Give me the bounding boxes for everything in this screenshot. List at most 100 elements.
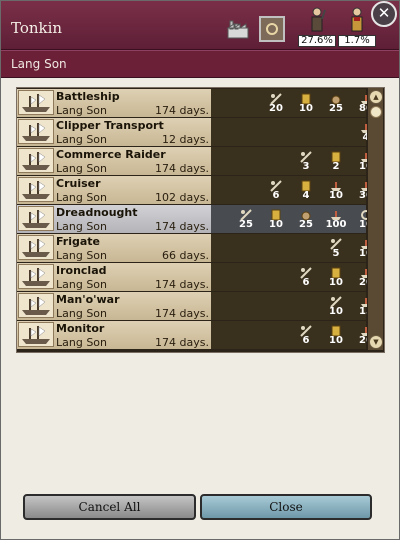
unit-build-time: 174 days. [155,104,209,117]
title-bar: Tonkin 27.6% 1.7% ✕ [1,1,399,50]
unit-build-time: 66 days. [162,249,209,262]
unit-row[interactable]: Ironclad Lang Son 174 days. 6 10 20 [17,263,373,291]
unit-stat: 100 [321,205,351,233]
unit-stat-value: 5 [332,248,340,259]
unit-stat: 3 [291,147,321,175]
unit-row[interactable]: Battleship Lang Son 174 days. 20 10 25 80 [17,89,373,117]
unit-name: Clipper Transport [56,119,164,132]
factory-icon[interactable] [226,18,252,40]
scroll-down-icon[interactable]: ▼ [369,335,383,349]
close-button[interactable]: Close [200,494,372,520]
unit-stats: 4 [211,118,371,146]
unit-stat: 10 [321,321,351,349]
hull-icon [270,206,282,221]
unit-row[interactable]: Frigate Lang Son 66 days. 5 10 [17,234,373,262]
unit-build-time: 12 days. [162,133,209,146]
attack-icon [240,206,252,221]
officer-percent: 1.7% [338,35,376,47]
unit-stats: 20 10 25 80 [211,89,373,117]
unit-name: Battleship [56,90,120,103]
build-queue-list: Battleship Lang Son 174 days. 20 10 25 80 Clipp… [16,87,385,353]
unit-location: Lang Son [56,249,108,262]
unit-location: Lang Son [56,336,108,349]
ship-thumbnail-icon [18,235,54,260]
unit-stat-value: 10 [329,190,343,201]
unit-stat: 20 [261,89,291,117]
unit-build-time: 174 days. [155,220,209,233]
attack-icon [300,148,312,163]
unit-stat: 25 [291,205,321,233]
unit-stat: 5 [321,234,351,262]
ship-thumbnail-icon [18,148,54,173]
unit-row[interactable]: Dreadnought Lang Son 174 days. 25 10 25 100 10 [17,205,373,233]
location-name: Lang Son [11,57,67,71]
unit-stat: 25 [231,205,261,233]
target-button[interactable] [259,16,285,42]
unit-stat-value: 20 [269,103,283,114]
unit-location: Lang Son [56,162,108,175]
unit-stat-value: 10 [299,103,313,114]
unit-stat: 6 [291,263,321,291]
ship-icon [330,177,342,191]
unit-stat-value: 3 [302,161,310,172]
unit-stat: 10 [321,263,351,291]
unit-location: Lang Son [56,133,108,146]
unit-info: Ironclad Lang Son 174 days. [17,263,211,291]
unit-stat-value: 25 [329,103,343,114]
ship-thumbnail-icon [18,264,54,289]
unit-name: Commerce Raider [56,148,166,161]
attack-icon [270,90,282,105]
scrollbar[interactable]: ▲ ▼ [367,88,383,350]
unit-name: Cruiser [56,177,101,190]
unit-stats: 6 10 20 [211,321,373,349]
attack-icon [330,235,342,250]
unit-name: Man'o'war [56,293,120,306]
unit-stats: 5 10 [211,234,373,262]
unit-name: Monitor [56,322,105,335]
hull-icon [330,264,342,279]
scroll-thumb[interactable] [370,106,382,118]
unit-info: Dreadnought Lang Son 174 days. [17,205,211,233]
ship-thumbnail-icon [18,206,54,231]
unit-stats: 6 4 10 30 [211,176,373,204]
ship-thumbnail-icon [18,119,54,144]
unit-location: Lang Son [56,278,108,291]
attack-icon [270,177,282,192]
unit-stat: 10 [321,176,351,204]
unit-row[interactable]: Monitor Lang Son 174 days. 6 10 20 [17,321,373,349]
unit-stat-value: 100 [325,219,347,230]
close-icon[interactable]: ✕ [371,1,397,27]
unit-stat: 6 [261,176,291,204]
unit-stat: 10 [261,205,291,233]
supply-icon [330,90,342,105]
ship-icon [330,206,342,220]
unit-location: Lang Son [56,104,108,117]
unit-row[interactable]: Commerce Raider Lang Son 174 days. 3 2 10 [17,147,373,175]
unit-row[interactable]: Cruiser Lang Son 102 days. 6 4 10 30 [17,176,373,204]
unit-name: Frigate [56,235,101,248]
unit-stat-value: 10 [329,306,343,317]
scroll-up-icon[interactable]: ▲ [369,90,383,104]
ship-thumbnail-icon [18,177,54,202]
cancel-all-button[interactable]: Cancel All [23,494,196,520]
unit-info: Commerce Raider Lang Son 174 days. [17,147,211,175]
unit-info: Frigate Lang Son 66 days. [17,234,211,262]
officer-icon [351,7,363,32]
unit-stat-value: 25 [299,219,313,230]
province-title: Tonkin [11,19,63,37]
unit-row[interactable]: Clipper Transport Lang Son 12 days. 4 [17,118,371,146]
unit-info: Battleship Lang Son 174 days. [17,89,211,117]
ship-thumbnail-icon [18,90,54,115]
unit-name: Dreadnought [56,206,138,219]
unit-build-time: 174 days. [155,307,209,320]
soldier-icon [311,7,326,32]
unit-stat-value: 10 [329,335,343,346]
hull-icon [330,322,342,337]
unit-row[interactable]: Man'o'war Lang Son 174 days. 10 15 [17,292,373,320]
ship-thumbnail-icon [18,293,54,318]
unit-stat-value: 10 [269,219,283,230]
soldier-percent: 27.6% [298,35,336,47]
unit-stats: 25 10 25 100 10 [211,205,373,233]
unit-build-time: 174 days. [155,162,209,175]
unit-build-time: 174 days. [155,336,209,349]
